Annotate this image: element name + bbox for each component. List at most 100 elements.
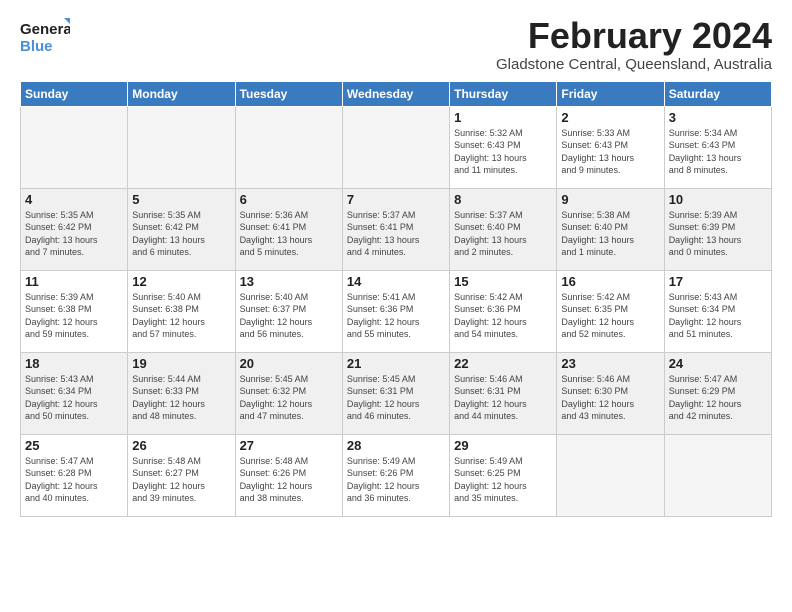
day-info: Sunrise: 5:37 AM Sunset: 6:41 PM Dayligh… [347, 209, 445, 259]
table-row: 2 Sunrise: 5:33 AM Sunset: 6:43 PM Daylig… [557, 106, 664, 188]
table-row [235, 106, 342, 188]
calendar-week-row: 4 Sunrise: 5:35 AM Sunset: 6:42 PM Daylig… [21, 188, 772, 270]
day-info: Sunrise: 5:45 AM Sunset: 6:31 PM Dayligh… [347, 373, 445, 423]
table-row: 9Sunrise: 5:38 AM Sunset: 6:40 PM Daylig… [557, 188, 664, 270]
day-number: 16 [561, 274, 659, 289]
table-row [21, 106, 128, 188]
table-row: 17 Sunrise: 5:43 AM Sunset: 6:34 PM Dayli… [664, 270, 771, 352]
col-monday: Monday [128, 81, 235, 106]
table-row: 16 Sunrise: 5:42 AM Sunset: 6:35 PM Dayli… [557, 270, 664, 352]
day-info: Sunrise: 5:34 AM Sunset: 6:43 PM Dayligh… [669, 127, 767, 177]
table-row: 13 Sunrise: 5:40 AM Sunset: 6:37 PM Dayli… [235, 270, 342, 352]
calendar-week-row: 11Sunrise: 5:39 AM Sunset: 6:38 PM Dayli… [21, 270, 772, 352]
day-info: Sunrise: 5:41 AM Sunset: 6:36 PM Dayligh… [347, 291, 445, 341]
table-row: 14Sunrise: 5:41 AM Sunset: 6:36 PM Dayli… [342, 270, 449, 352]
day-number: 2 [561, 110, 659, 125]
table-row: 5 Sunrise: 5:35 AM Sunset: 6:42 PM Daylig… [128, 188, 235, 270]
day-number: 18 [25, 356, 123, 371]
day-info: Sunrise: 5:33 AM Sunset: 6:43 PM Dayligh… [561, 127, 659, 177]
day-info: Sunrise: 5:35 AM Sunset: 6:42 PM Dayligh… [25, 209, 123, 259]
table-row: 27 Sunrise: 5:48 AM Sunset: 6:26 PM Dayli… [235, 434, 342, 516]
day-info: Sunrise: 5:43 AM Sunset: 6:34 PM Dayligh… [25, 373, 123, 423]
calendar-header-row: Sunday Monday Tuesday Wednesday Thursday… [21, 81, 772, 106]
table-row: 10Sunrise: 5:39 AM Sunset: 6:39 PM Dayli… [664, 188, 771, 270]
table-row: 26Sunrise: 5:48 AM Sunset: 6:27 PM Dayli… [128, 434, 235, 516]
day-info: Sunrise: 5:47 AM Sunset: 6:28 PM Dayligh… [25, 455, 123, 505]
logo: General Blue [20, 16, 70, 58]
day-number: 29 [454, 438, 552, 453]
day-info: Sunrise: 5:39 AM Sunset: 6:38 PM Dayligh… [25, 291, 123, 341]
table-row: 18 Sunrise: 5:43 AM Sunset: 6:34 PM Dayli… [21, 352, 128, 434]
header: General Blue February 2024 Gladstone Cen… [20, 16, 772, 73]
day-info: Sunrise: 5:42 AM Sunset: 6:35 PM Dayligh… [561, 291, 659, 341]
table-row: 28 Sunrise: 5:49 AM Sunset: 6:26 PM Dayli… [342, 434, 449, 516]
day-info: Sunrise: 5:38 AM Sunset: 6:40 PM Dayligh… [561, 209, 659, 259]
table-row: 3 Sunrise: 5:34 AM Sunset: 6:43 PM Daylig… [664, 106, 771, 188]
day-number: 13 [240, 274, 338, 289]
day-number: 6 [240, 192, 338, 207]
day-info: Sunrise: 5:44 AM Sunset: 6:33 PM Dayligh… [132, 373, 230, 423]
day-number: 3 [669, 110, 767, 125]
col-tuesday: Tuesday [235, 81, 342, 106]
day-number: 7 [347, 192, 445, 207]
table-row: 1 Sunrise: 5:32 AM Sunset: 6:43 PM Daylig… [450, 106, 557, 188]
calendar-week-row: 1 Sunrise: 5:32 AM Sunset: 6:43 PM Daylig… [21, 106, 772, 188]
day-info: Sunrise: 5:46 AM Sunset: 6:31 PM Dayligh… [454, 373, 552, 423]
calendar: Sunday Monday Tuesday Wednesday Thursday… [20, 81, 772, 517]
page: General Blue February 2024 Gladstone Cen… [0, 0, 792, 527]
month-title: February 2024 [496, 16, 772, 56]
col-wednesday: Wednesday [342, 81, 449, 106]
table-row: 7 Sunrise: 5:37 AM Sunset: 6:41 PM Daylig… [342, 188, 449, 270]
day-info: Sunrise: 5:48 AM Sunset: 6:26 PM Dayligh… [240, 455, 338, 505]
day-info: Sunrise: 5:47 AM Sunset: 6:29 PM Dayligh… [669, 373, 767, 423]
day-number: 15 [454, 274, 552, 289]
day-info: Sunrise: 5:37 AM Sunset: 6:40 PM Dayligh… [454, 209, 552, 259]
day-number: 12 [132, 274, 230, 289]
day-info: Sunrise: 5:32 AM Sunset: 6:43 PM Dayligh… [454, 127, 552, 177]
table-row: 8 Sunrise: 5:37 AM Sunset: 6:40 PM Daylig… [450, 188, 557, 270]
day-number: 5 [132, 192, 230, 207]
table-row: 25Sunrise: 5:47 AM Sunset: 6:28 PM Dayli… [21, 434, 128, 516]
col-thursday: Thursday [450, 81, 557, 106]
day-number: 26 [132, 438, 230, 453]
table-row: 20 Sunrise: 5:45 AM Sunset: 6:32 PM Dayli… [235, 352, 342, 434]
day-number: 20 [240, 356, 338, 371]
table-row: 12 Sunrise: 5:40 AM Sunset: 6:38 PM Dayli… [128, 270, 235, 352]
day-info: Sunrise: 5:45 AM Sunset: 6:32 PM Dayligh… [240, 373, 338, 423]
day-info: Sunrise: 5:43 AM Sunset: 6:34 PM Dayligh… [669, 291, 767, 341]
table-row: 19 Sunrise: 5:44 AM Sunset: 6:33 PM Dayli… [128, 352, 235, 434]
svg-text:General: General [20, 21, 70, 38]
day-number: 23 [561, 356, 659, 371]
day-info: Sunrise: 5:36 AM Sunset: 6:41 PM Dayligh… [240, 209, 338, 259]
day-number: 28 [347, 438, 445, 453]
table-row: 21 Sunrise: 5:45 AM Sunset: 6:31 PM Dayli… [342, 352, 449, 434]
day-info: Sunrise: 5:49 AM Sunset: 6:25 PM Dayligh… [454, 455, 552, 505]
day-number: 4 [25, 192, 123, 207]
calendar-week-row: 18 Sunrise: 5:43 AM Sunset: 6:34 PM Dayli… [21, 352, 772, 434]
day-info: Sunrise: 5:42 AM Sunset: 6:36 PM Dayligh… [454, 291, 552, 341]
table-row [342, 106, 449, 188]
table-row: 15 Sunrise: 5:42 AM Sunset: 6:36 PM Dayli… [450, 270, 557, 352]
day-number: 19 [132, 356, 230, 371]
table-row [128, 106, 235, 188]
col-saturday: Saturday [664, 81, 771, 106]
table-row [557, 434, 664, 516]
title-area: February 2024 Gladstone Central, Queensl… [496, 16, 772, 73]
day-number: 17 [669, 274, 767, 289]
table-row: 4 Sunrise: 5:35 AM Sunset: 6:42 PM Daylig… [21, 188, 128, 270]
day-number: 8 [454, 192, 552, 207]
day-info: Sunrise: 5:40 AM Sunset: 6:38 PM Dayligh… [132, 291, 230, 341]
day-info: Sunrise: 5:49 AM Sunset: 6:26 PM Dayligh… [347, 455, 445, 505]
day-number: 27 [240, 438, 338, 453]
day-number: 10 [669, 192, 767, 207]
table-row: 11Sunrise: 5:39 AM Sunset: 6:38 PM Dayli… [21, 270, 128, 352]
subtitle: Gladstone Central, Queensland, Australia [496, 56, 772, 73]
day-info: Sunrise: 5:35 AM Sunset: 6:42 PM Dayligh… [132, 209, 230, 259]
day-number: 1 [454, 110, 552, 125]
day-info: Sunrise: 5:46 AM Sunset: 6:30 PM Dayligh… [561, 373, 659, 423]
col-friday: Friday [557, 81, 664, 106]
svg-text:Blue: Blue [20, 38, 53, 55]
table-row [664, 434, 771, 516]
day-info: Sunrise: 5:40 AM Sunset: 6:37 PM Dayligh… [240, 291, 338, 341]
day-number: 21 [347, 356, 445, 371]
